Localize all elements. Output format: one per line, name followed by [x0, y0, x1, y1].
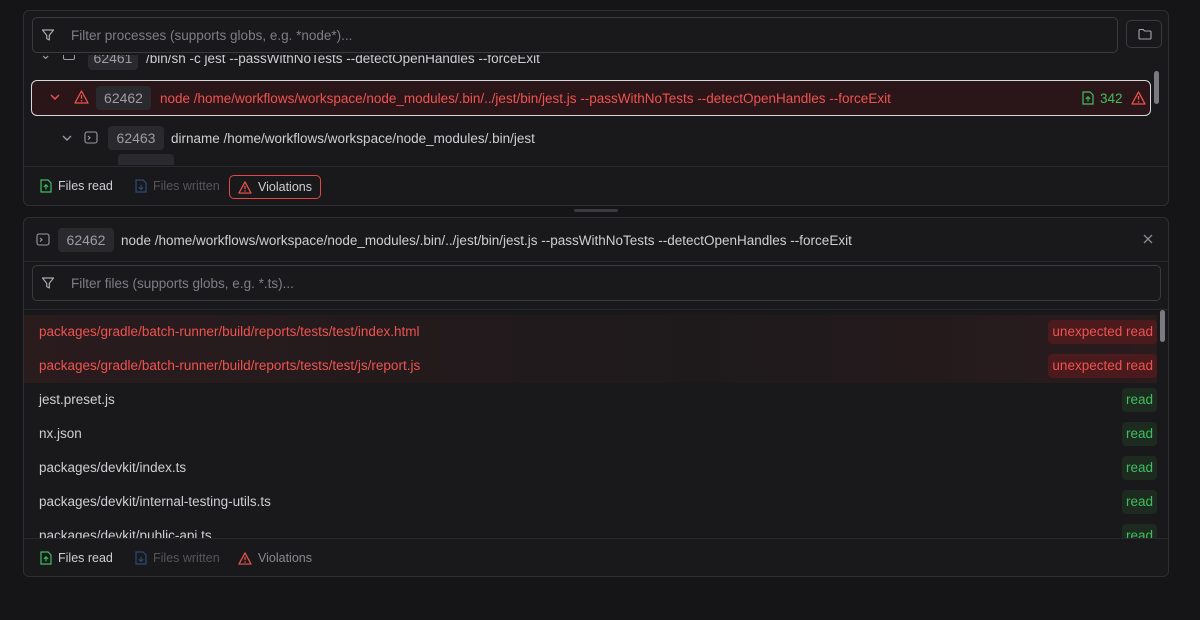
status-badge: read	[1121, 422, 1157, 446]
files-read-count: 342	[1100, 91, 1123, 106]
process-command: node /home/workflows/workspace/node_modu…	[160, 91, 891, 106]
file-read-icon	[40, 179, 52, 193]
files-written-label: Files written	[153, 179, 220, 193]
file-path: packages/gradle/batch-runner/build/repor…	[39, 324, 420, 339]
filter-icon	[41, 277, 55, 289]
folder-icon	[1138, 28, 1152, 40]
process-command: /bin/sh -c jest --passWithNoTests --dete…	[146, 55, 540, 66]
file-filter-placeholder: Filter files (supports globs, e.g. *.ts)…	[71, 276, 294, 291]
filter-icon	[41, 29, 55, 41]
process-command: dirname /home/workflows/workspace/node_m…	[171, 131, 535, 146]
warning-icon	[1131, 91, 1146, 105]
detail-header: 62462 node /home/workflows/workspace/nod…	[24, 218, 1168, 262]
detail-pid: 62462	[58, 228, 114, 252]
files-read-label: Files read	[58, 179, 113, 193]
chevron-down-icon[interactable]	[50, 94, 60, 101]
files-read-tab[interactable]: Files read	[32, 546, 121, 570]
process-list: ⌄ 62461 /bin/sh -c jest --passWithNoTest…	[24, 55, 1168, 165]
file-row[interactable]: nx.json read	[24, 417, 1157, 451]
terminal-icon	[63, 55, 75, 60]
file-path: packages/devkit/public-api.ts	[39, 528, 212, 538]
warning-icon	[238, 551, 252, 565]
detail-panel-footer: Files read Files written Violations	[24, 538, 1168, 576]
terminal-icon	[84, 131, 98, 144]
file-path: packages/devkit/index.ts	[39, 460, 187, 475]
panel-resize-handle[interactable]	[574, 209, 618, 212]
process-pid: 62463	[108, 126, 164, 150]
file-row[interactable]: packages/gradle/batch-runner/build/repor…	[24, 349, 1157, 383]
file-row[interactable]: jest.preset.js read	[24, 383, 1157, 417]
process-row[interactable]: ⌄ 62461 /bin/sh -c jest --passWithNoTest…	[24, 55, 1144, 77]
files-written-tab[interactable]: Files written	[127, 546, 228, 570]
status-badge: read	[1121, 490, 1157, 514]
file-write-icon	[135, 551, 147, 565]
close-icon[interactable]	[1142, 233, 1154, 245]
terminal-icon	[36, 233, 50, 246]
violations-label: Violations	[258, 551, 312, 565]
chevron-down-icon[interactable]	[62, 135, 72, 142]
file-row[interactable]: packages/devkit/internal-testing-utils.t…	[24, 485, 1157, 519]
file-row[interactable]: packages/devkit/public-api.ts read	[24, 519, 1157, 538]
status-badge: read	[1121, 524, 1157, 538]
warning-icon	[238, 180, 252, 194]
files-written-label: Files written	[153, 551, 220, 565]
file-read-icon	[1082, 91, 1094, 105]
process-filter-input[interactable]: Filter processes (supports globs, e.g. *…	[32, 17, 1118, 53]
status-badge: unexpected read	[1048, 320, 1157, 344]
file-path: packages/devkit/internal-testing-utils.t…	[39, 494, 271, 509]
status-badge: unexpected read	[1048, 354, 1157, 378]
file-row[interactable]: packages/gradle/batch-runner/build/repor…	[24, 315, 1157, 349]
folder-button[interactable]	[1126, 20, 1162, 48]
violations-tab[interactable]: Violations	[230, 546, 320, 570]
process-row-selected[interactable]: 62462 node /home/workflows/workspace/nod…	[31, 80, 1151, 116]
file-path: nx.json	[39, 426, 82, 441]
file-path: jest.preset.js	[39, 392, 115, 407]
process-list-scrollbar[interactable]	[1154, 71, 1159, 104]
file-list: packages/gradle/batch-runner/build/repor…	[24, 309, 1168, 538]
process-panel-footer: Files read Files written Violations	[24, 166, 1168, 205]
file-read-icon	[40, 551, 52, 565]
process-pid: 62461	[88, 55, 138, 70]
violations-label: Violations	[258, 180, 312, 194]
status-badge: read	[1121, 456, 1157, 480]
file-path: packages/gradle/batch-runner/build/repor…	[39, 358, 421, 373]
file-list-scrollbar[interactable]	[1160, 310, 1165, 342]
detail-command: node /home/workflows/workspace/node_modu…	[121, 233, 852, 248]
process-row[interactable]: 62463 dirname /home/workflows/workspace/…	[24, 123, 1144, 153]
files-read-label: Files read	[58, 551, 113, 565]
process-panel: Filter processes (supports globs, e.g. *…	[23, 10, 1169, 206]
warning-icon	[74, 90, 89, 104]
process-filter-placeholder: Filter processes (supports globs, e.g. *…	[71, 28, 353, 43]
file-write-icon	[135, 179, 147, 193]
process-detail-panel: 62462 node /home/workflows/workspace/nod…	[23, 217, 1169, 577]
violations-tab[interactable]: Violations	[229, 175, 321, 199]
chevron-down-icon[interactable]: ⌄	[40, 55, 51, 63]
status-badge: read	[1121, 388, 1157, 412]
process-pid-partial	[118, 154, 174, 165]
files-read-tab[interactable]: Files read	[32, 174, 121, 198]
files-written-tab[interactable]: Files written	[127, 174, 228, 198]
file-filter-input[interactable]: Filter files (supports globs, e.g. *.ts)…	[32, 265, 1161, 301]
process-pid: 62462	[96, 86, 151, 110]
file-row[interactable]: packages/devkit/index.ts read	[24, 451, 1157, 485]
